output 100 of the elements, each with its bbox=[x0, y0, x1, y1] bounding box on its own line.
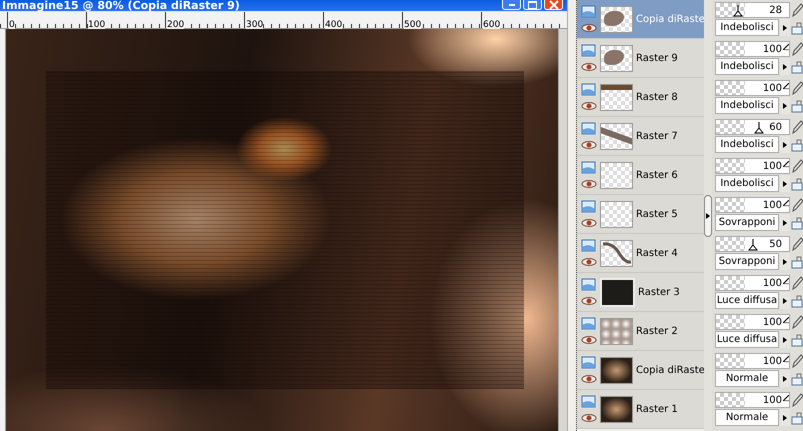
dropdown-arrow-button[interactable] bbox=[780, 370, 790, 387]
eye-icon[interactable] bbox=[581, 62, 597, 72]
layer-row[interactable]: Raster 7 bbox=[577, 117, 704, 156]
opacity-slider[interactable]: 28 bbox=[715, 2, 790, 18]
layer-row[interactable]: Raster 4 bbox=[577, 234, 704, 273]
layer-name: Copia diRaste bbox=[636, 364, 705, 376]
opacity-slider[interactable]: 100 bbox=[715, 197, 790, 213]
blend-mode-dropdown[interactable]: Indebolisci bbox=[715, 19, 779, 36]
opacity-slider[interactable]: 100 bbox=[715, 41, 790, 57]
blend-mode-dropdown[interactable]: Sovrapponi bbox=[715, 253, 779, 270]
eye-icon[interactable] bbox=[581, 218, 597, 228]
raster-layer-icon bbox=[581, 317, 597, 331]
opacity-slider[interactable]: 100 bbox=[715, 353, 790, 369]
layer-row[interactable]: Raster 8 bbox=[577, 78, 704, 117]
close-button[interactable] bbox=[544, 0, 563, 10]
layer-thumbnail bbox=[600, 318, 633, 344]
layer-thumbnail bbox=[600, 200, 633, 228]
slider-thumb[interactable] bbox=[783, 161, 789, 167]
ruler-label: 100 bbox=[88, 20, 106, 30]
blend-mode-dropdown[interactable]: Indebolisci bbox=[715, 97, 779, 114]
lock-icon[interactable] bbox=[791, 216, 803, 230]
raster-layer-icon bbox=[581, 395, 597, 409]
slider-thumb[interactable] bbox=[783, 317, 789, 323]
opacity-value: 28 bbox=[769, 4, 782, 16]
lock-icon[interactable] bbox=[791, 254, 803, 268]
eye-icon[interactable] bbox=[581, 257, 597, 267]
blend-mode-dropdown[interactable]: Indebolisci bbox=[715, 175, 779, 192]
lock-icon[interactable] bbox=[791, 176, 803, 190]
eye-icon[interactable] bbox=[581, 23, 597, 33]
lock-icon[interactable] bbox=[791, 372, 803, 386]
blend-mode-dropdown[interactable]: Luce diffusa bbox=[715, 331, 779, 348]
lock-icon[interactable] bbox=[791, 138, 803, 152]
layer-row[interactable]: Raster 9 bbox=[577, 39, 704, 78]
dropdown-arrow-button[interactable] bbox=[780, 331, 790, 348]
opacity-slider[interactable]: 100 bbox=[715, 314, 790, 330]
caret-icon bbox=[783, 180, 787, 186]
lock-icon[interactable] bbox=[791, 410, 803, 424]
minimize-button[interactable] bbox=[502, 0, 521, 10]
maximize-button[interactable] bbox=[523, 0, 542, 10]
blend-mode-dropdown[interactable]: Sovrapponi bbox=[715, 214, 779, 231]
dropdown-arrow-button[interactable] bbox=[780, 136, 790, 153]
dropdown-arrow-button[interactable] bbox=[780, 214, 790, 231]
dropdown-arrow-button[interactable] bbox=[780, 253, 790, 270]
opacity-slider[interactable]: 100 bbox=[715, 275, 790, 291]
lock-icon[interactable] bbox=[791, 332, 803, 346]
lock-icon[interactable] bbox=[791, 20, 803, 34]
slider-thumb[interactable] bbox=[783, 83, 789, 89]
slider-thumb[interactable] bbox=[748, 239, 758, 251]
lock-icon[interactable] bbox=[791, 294, 803, 308]
lock-icon[interactable] bbox=[791, 98, 803, 112]
layer-name: Raster 2 bbox=[636, 326, 678, 336]
panel-splitter-handle[interactable] bbox=[704, 194, 712, 236]
layer-thumbnail bbox=[600, 162, 633, 188]
opacity-slider[interactable]: 100 bbox=[715, 392, 790, 408]
blend-mode-dropdown[interactable]: Indebolisci bbox=[715, 136, 779, 153]
slider-thumb[interactable] bbox=[732, 5, 743, 17]
layer-name: Raster 4 bbox=[636, 248, 678, 258]
ruler-label: 300 bbox=[246, 20, 264, 30]
eye-icon[interactable] bbox=[581, 335, 597, 345]
eye-icon[interactable] bbox=[581, 374, 597, 384]
eye-icon[interactable] bbox=[581, 296, 597, 306]
eye-icon[interactable] bbox=[581, 413, 597, 423]
dropdown-arrow-button[interactable] bbox=[780, 97, 790, 114]
opacity-slider[interactable]: 60 bbox=[715, 119, 790, 135]
eye-icon[interactable] bbox=[581, 101, 597, 111]
layer-row[interactable]: Raster 3 bbox=[577, 273, 704, 312]
blend-mode-dropdown[interactable]: Indebolisci bbox=[715, 58, 779, 75]
dropdown-arrow-button[interactable] bbox=[780, 19, 790, 36]
eye-icon[interactable] bbox=[581, 140, 597, 150]
slider-thumb[interactable] bbox=[754, 122, 764, 134]
eye-icon[interactable] bbox=[581, 179, 597, 189]
layer-row[interactable]: Raster 6 bbox=[577, 156, 704, 195]
blend-mode-dropdown[interactable]: Normale bbox=[715, 370, 779, 387]
opacity-slider[interactable]: 100 bbox=[715, 80, 790, 96]
slider-thumb[interactable] bbox=[783, 44, 789, 50]
dropdown-arrow-button[interactable] bbox=[780, 409, 790, 426]
ruler-label: 600 bbox=[483, 20, 500, 30]
dropdown-arrow-button[interactable] bbox=[780, 292, 790, 309]
opacity-slider[interactable]: 100 bbox=[715, 158, 790, 174]
layer-row[interactable]: Raster 2 bbox=[577, 312, 704, 351]
opacity-value: 50 bbox=[769, 238, 782, 250]
raster-layer-icon bbox=[581, 239, 597, 253]
blend-mode-dropdown[interactable]: Luce diffusa bbox=[715, 292, 779, 309]
slider-thumb[interactable] bbox=[783, 356, 789, 362]
layer-name: Raster 1 bbox=[636, 404, 678, 414]
layer-row[interactable]: Copia diRaste bbox=[577, 351, 704, 390]
dropdown-arrow-button[interactable] bbox=[780, 58, 790, 75]
slider-thumb[interactable] bbox=[783, 200, 789, 206]
layer-row[interactable]: Raster 5 bbox=[577, 195, 704, 234]
layer-thumbnail bbox=[600, 278, 635, 306]
opacity-slider[interactable]: 50 bbox=[715, 236, 790, 252]
blend-mode-dropdown[interactable]: Normale bbox=[715, 409, 779, 426]
opacity-value: 60 bbox=[769, 122, 782, 132]
layer-row[interactable]: Raster 1 bbox=[577, 390, 704, 429]
slider-thumb[interactable] bbox=[783, 395, 789, 401]
layer-thumbnail bbox=[600, 84, 633, 110]
lock-icon[interactable] bbox=[791, 60, 803, 74]
scrollbar[interactable] bbox=[558, 29, 567, 431]
slider-thumb[interactable] bbox=[783, 278, 789, 284]
dropdown-arrow-button[interactable] bbox=[780, 175, 790, 192]
